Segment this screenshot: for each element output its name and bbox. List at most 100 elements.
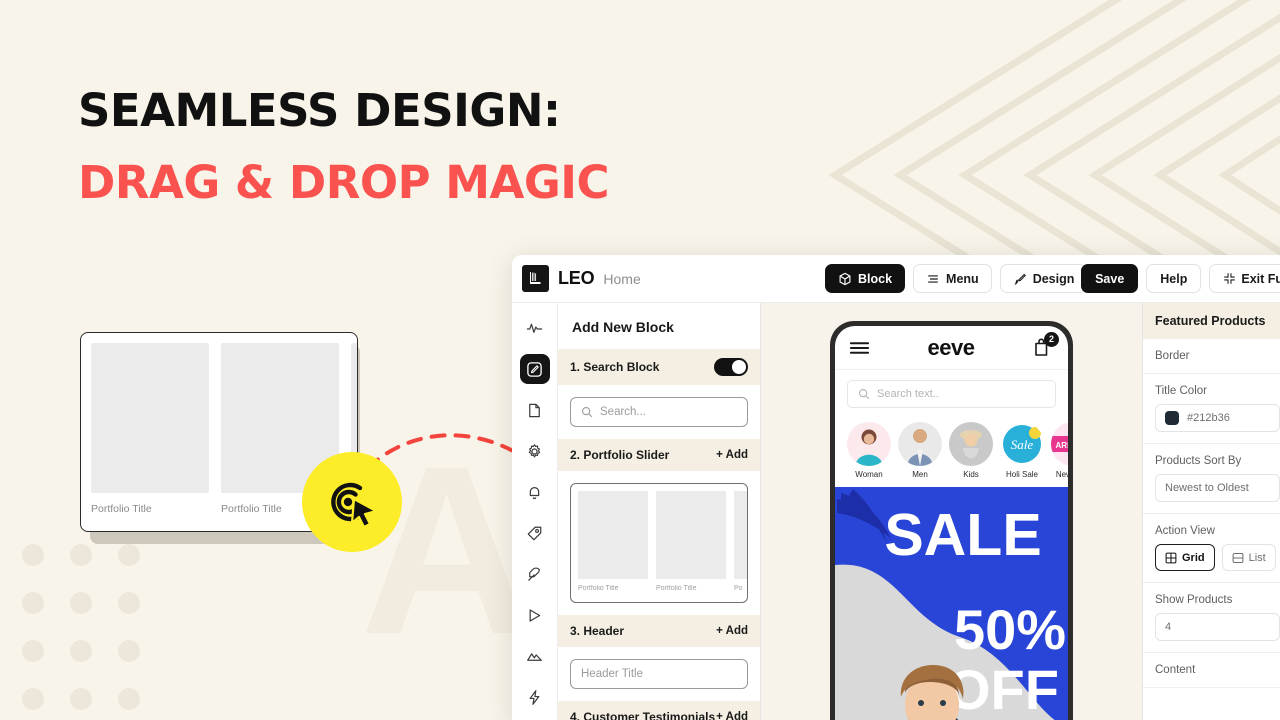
- tab-menu-label: Menu: [946, 271, 979, 286]
- portfolio-slider-preview[interactable]: Portfolio Title Portfolio Title Po: [570, 483, 748, 603]
- rail-item-gear-icon[interactable]: [520, 436, 550, 466]
- brush-icon: [1014, 273, 1026, 285]
- prop-row-show-products: Show Products 4: [1143, 583, 1280, 653]
- headline-line-2: DRAG & DROP MAGIC: [78, 156, 610, 210]
- prop-label-content: Content: [1155, 664, 1196, 676]
- brand-name: LEO: [558, 268, 595, 288]
- action-view-list-label: List: [1248, 551, 1266, 564]
- category-item[interactable]: Kids: [949, 422, 993, 479]
- brand: LEO Home: [522, 265, 641, 292]
- prop-row-content: Content: [1143, 653, 1280, 688]
- prop-label-border: Border: [1155, 350, 1190, 362]
- drag-card-item-label: Portfolio Title: [91, 503, 152, 515]
- category-item[interactable]: Woman: [847, 422, 891, 479]
- block-header-search[interactable]: 1. Search Block: [558, 349, 760, 385]
- action-view-grid-button[interactable]: Grid: [1155, 544, 1215, 571]
- category-label: Woman: [855, 470, 883, 479]
- portfolio-preview-label: Portfolio Title: [656, 585, 697, 592]
- rail-item-tag-icon[interactable]: [520, 518, 550, 548]
- app-body: Add New Block 1. Search Block Search... …: [512, 303, 1280, 720]
- header-title-placeholder: Header Title: [581, 668, 644, 680]
- prop-row-action-view: Action View Grid List: [1143, 514, 1280, 583]
- banner-line-1: SALE: [884, 502, 1041, 568]
- block-header-portfolio-slider[interactable]: 2. Portfolio Slider + Add: [558, 439, 760, 471]
- prop-row-sort-by: Products Sort By Newest to Oldest: [1143, 444, 1280, 514]
- tab-design[interactable]: Design: [999, 264, 1088, 293]
- header-title-input[interactable]: Header Title: [570, 659, 748, 689]
- add-header-button[interactable]: + Add: [716, 625, 748, 637]
- right-actions: Save Help Exit Full: [1081, 264, 1280, 293]
- add-testimonials-button[interactable]: + Add: [716, 711, 748, 720]
- blocks-panel-title: Add New Block: [572, 319, 674, 335]
- title-color-value: #212b36: [1187, 412, 1230, 424]
- category-avatar: [898, 422, 942, 466]
- search-input[interactable]: Search...: [570, 397, 748, 427]
- phone-search-input[interactable]: Search text..: [847, 380, 1056, 408]
- phone-search-placeholder: Search text..: [877, 388, 939, 400]
- app-window: LEO Home Block Menu Design Save Help Exi…: [512, 255, 1280, 720]
- rail-item-feather-icon[interactable]: [520, 559, 550, 589]
- exit-full-button-label: Exit Full: [1241, 271, 1280, 286]
- tab-design-label: Design: [1032, 271, 1075, 286]
- properties-panel: Featured Products Border Title Color #21…: [1142, 303, 1280, 720]
- products-sort-by-select[interactable]: Newest to Oldest: [1155, 474, 1280, 502]
- category-avatar: ARRIVAL: [1051, 422, 1068, 466]
- search-icon: [581, 406, 593, 418]
- cart-badge: 2: [1043, 331, 1059, 347]
- category-item[interactable]: Sale Holi Sale: [1000, 422, 1044, 479]
- portfolio-preview-thumb: [656, 491, 726, 579]
- menu-lines-icon: [928, 274, 938, 283]
- rail-item-activity-icon[interactable]: [520, 313, 550, 343]
- svg-text:Sale: Sale: [1011, 437, 1034, 452]
- category-label: Men: [912, 470, 928, 479]
- headline-line-1: SEAMLESS DESIGN:: [78, 84, 561, 137]
- rail-item-bell-icon[interactable]: [520, 477, 550, 507]
- blocks-panel: Add New Block 1. Search Block Search... …: [558, 303, 761, 720]
- phone-sale-banner: SALE 50% OFF: [835, 487, 1068, 720]
- category-item[interactable]: Men: [898, 422, 942, 479]
- block-header-testimonials[interactable]: 4. Customer Testimonials + Add: [558, 701, 760, 720]
- title-color-input[interactable]: #212b36: [1155, 404, 1280, 432]
- show-products-input[interactable]: 4: [1155, 613, 1280, 641]
- tab-menu[interactable]: Menu: [913, 264, 992, 293]
- action-view-grid-label: Grid: [1182, 551, 1205, 564]
- block-body-portfolio-slider: Portfolio Title Portfolio Title Po: [558, 471, 760, 615]
- exit-full-button[interactable]: Exit Full: [1209, 264, 1280, 293]
- banner-line-3: OFF: [947, 658, 1059, 720]
- banner-line-2: 50%: [954, 598, 1066, 661]
- drag-cursor-badge: [302, 452, 402, 552]
- help-button[interactable]: Help: [1146, 264, 1202, 293]
- rail-item-play-icon[interactable]: [520, 600, 550, 630]
- block-label-header: 3. Header: [570, 624, 625, 638]
- page-title: SEAMLESS DESIGN: DRAG & DROP MAGIC: [78, 84, 610, 210]
- click-cursor-icon: [331, 482, 378, 529]
- cart-button[interactable]: 2: [1032, 331, 1059, 359]
- rail-item-edit-icon[interactable]: [519, 354, 550, 384]
- color-swatch: [1165, 411, 1179, 425]
- phone-category-list: Woman Men Kids Sale Holi Sale AR Ne: [835, 418, 1068, 487]
- prop-label-action-view: Action View: [1155, 525, 1215, 537]
- grid-icon: [1165, 552, 1177, 563]
- rail-item-mountain-icon[interactable]: [520, 641, 550, 671]
- action-view-segmented: Grid List: [1155, 544, 1280, 571]
- rail-item-lightning-icon[interactable]: [520, 682, 550, 712]
- action-view-list-button[interactable]: List: [1221, 544, 1276, 571]
- save-button-label: Save: [1095, 271, 1125, 286]
- block-label-search: 1. Search Block: [570, 360, 660, 374]
- portfolio-preview-labels: Portfolio Title Portfolio Title Po: [578, 585, 743, 592]
- category-item[interactable]: ARRIVAL New Arriv: [1051, 422, 1068, 479]
- prop-label-sort-by: Products Sort By: [1155, 455, 1242, 467]
- rail-item-page-icon[interactable]: [520, 395, 550, 425]
- block-header-header[interactable]: 3. Header + Add: [558, 615, 760, 647]
- add-portfolio-slider-button[interactable]: + Add: [716, 449, 748, 461]
- tab-block-label: Block: [858, 271, 893, 286]
- center-tabs: Block Menu Design: [825, 264, 1088, 293]
- search-block-toggle[interactable]: [714, 358, 748, 376]
- tab-block[interactable]: Block: [825, 264, 906, 293]
- save-button[interactable]: Save: [1081, 264, 1139, 293]
- toggle-knob: [732, 360, 746, 374]
- preview-stage: eeve 2 Search text.. Woman Men Kids Sale…: [761, 303, 1142, 720]
- hamburger-icon[interactable]: [849, 340, 870, 356]
- drag-card-thumbnails: [91, 343, 357, 493]
- category-label: New Arriv: [1055, 470, 1068, 479]
